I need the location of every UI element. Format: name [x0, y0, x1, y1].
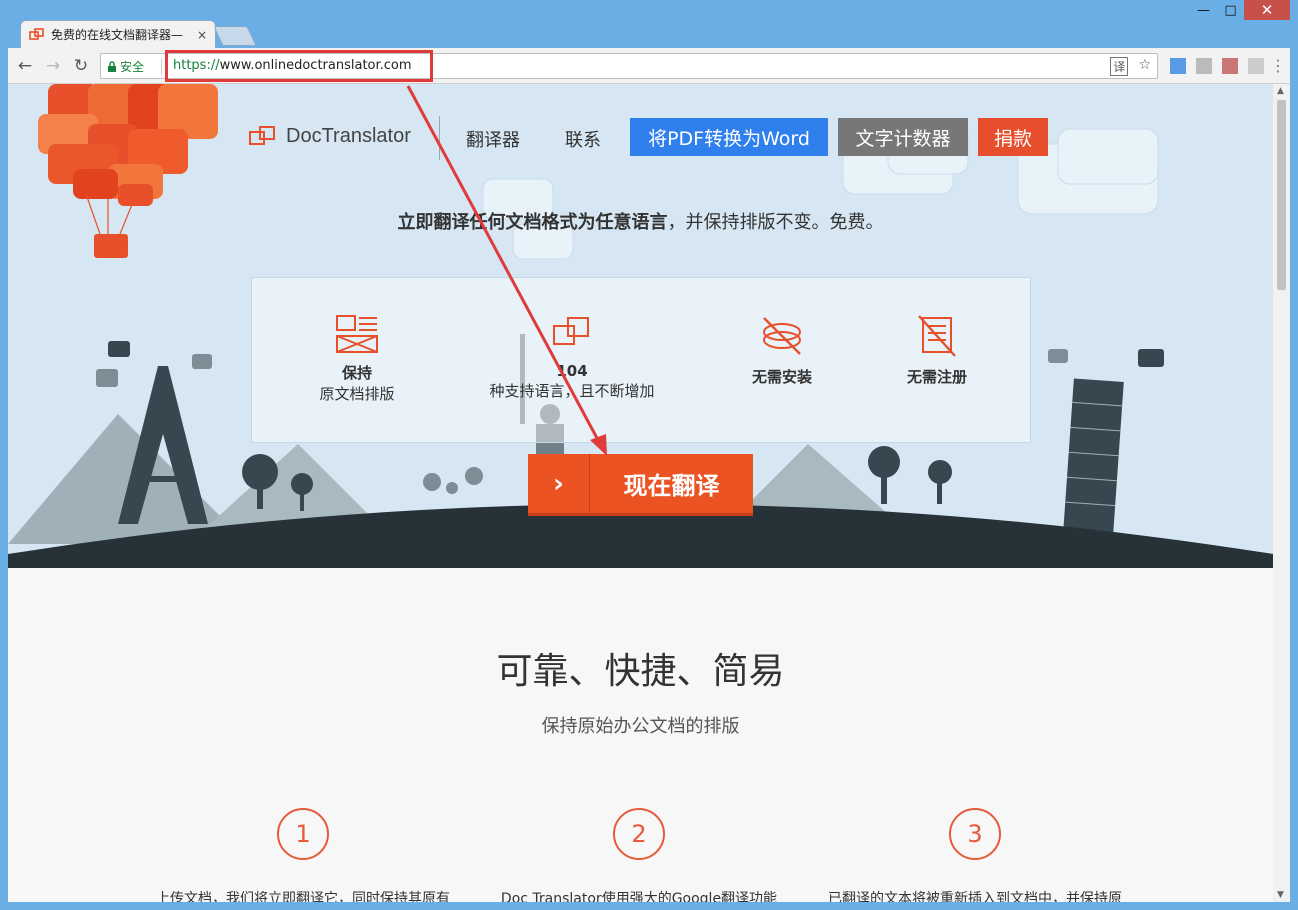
- feature-desc: 种支持语言，且不断增加: [489, 382, 655, 400]
- hero-section: DocTranslator 翻译器 联系 将PDF转换为Word 文字计数器 捐…: [8, 84, 1273, 568]
- layout-document-icon: [336, 315, 378, 353]
- no-register-form-icon: [918, 315, 956, 357]
- no-install-disc-icon: [763, 317, 801, 355]
- security-label: 安全: [120, 60, 145, 74]
- section-title: 可靠、快捷、简易: [496, 651, 785, 692]
- step-number-3: 3: [949, 808, 1001, 860]
- feature-title: 104: [556, 362, 588, 380]
- feature-title: 无需注册: [906, 368, 967, 386]
- extension-icons: [1170, 58, 1264, 74]
- address-bar[interactable]: 安全 https://www.onlinedoctranslator.com 译…: [100, 50, 1158, 82]
- divider: [161, 58, 162, 75]
- cta-label: 现在翻译: [623, 472, 720, 500]
- extension-icon[interactable]: [1222, 58, 1238, 74]
- translate-languages-icon: [553, 317, 589, 345]
- step-description: 已翻译的文本将被重新插入到文档中，并保持原: [828, 891, 1122, 902]
- reload-icon[interactable]: ↻: [70, 55, 92, 77]
- minimize-button[interactable]: —: [1190, 0, 1217, 20]
- feature-languages: 104 种支持语言，且不断增加: [472, 314, 672, 401]
- bookmark-star-icon[interactable]: ☆: [1138, 57, 1151, 76]
- browser-toolbar: ← → ↻ 安全 https://www.onlinedoctranslator…: [8, 48, 1290, 84]
- window-controls: — □ ✕: [1190, 0, 1290, 22]
- browser-window: — □ ✕ 免费的在线文档翻译器— × ← → ↻ 安全 https://www…: [0, 0, 1298, 910]
- feature-title: 保持: [341, 364, 372, 382]
- forward-arrow-icon[interactable]: →: [42, 55, 64, 77]
- new-tab-button[interactable]: [213, 26, 257, 46]
- step-description: 上传文档，我们将立即翻译它，同时保持其原有: [156, 891, 450, 902]
- tagline-bold: 立即翻译任何文档格式为任意语言: [397, 212, 668, 233]
- extension-icon[interactable]: [1248, 58, 1264, 74]
- nav-link-contact[interactable]: 联系: [565, 126, 601, 152]
- tab-close-icon[interactable]: ×: [197, 28, 207, 42]
- doctranslator-logo-icon: [249, 126, 275, 145]
- feature-keep-layout: 保持 原文档排版: [262, 314, 452, 404]
- features-panel: 保持 原文档排版 104 种支持语言，且不断增加 无需安装 无需注册: [251, 277, 1031, 443]
- back-arrow-icon[interactable]: ←: [14, 55, 36, 77]
- lock-icon: [108, 60, 116, 72]
- donate-button[interactable]: 捐款: [978, 118, 1048, 156]
- hero-tagline: 立即翻译任何文档格式为任意语言，并保持排版不变。免费。: [8, 208, 1273, 234]
- section-subtitle: 保持原始办公文档的排版: [541, 716, 740, 737]
- step-description: Doc Translator使用强大的Google翻译功能: [500, 891, 778, 902]
- scroll-down-icon[interactable]: ▼: [1277, 890, 1284, 900]
- browser-menu-icon[interactable]: ⋮: [1270, 56, 1286, 75]
- scroll-thumb[interactable]: [1277, 100, 1286, 290]
- maximize-button[interactable]: □: [1217, 0, 1244, 20]
- feature-desc: 原文档排版: [319, 385, 395, 403]
- secure-indicator[interactable]: 安全: [107, 58, 144, 75]
- step-number-2: 2: [613, 808, 665, 860]
- page-scrollbar[interactable]: ▲ ▼: [1273, 84, 1290, 902]
- translate-icon[interactable]: 译: [1110, 57, 1129, 76]
- browser-tab[interactable]: 免费的在线文档翻译器— ×: [20, 20, 216, 48]
- word-counter-button[interactable]: 文字计数器: [838, 118, 968, 156]
- brand-logo-link[interactable]: DocTranslator: [248, 124, 411, 148]
- url-highlight-annotation: [165, 50, 433, 82]
- feature-no-register: 无需注册: [842, 314, 1032, 387]
- scroll-up-icon[interactable]: ▲: [1277, 86, 1284, 96]
- brand-name: DocTranslator: [286, 124, 411, 147]
- chevron-right-icon: ›: [528, 454, 590, 513]
- extension-icon[interactable]: [1170, 58, 1186, 74]
- header-divider: [439, 116, 440, 160]
- extension-icon[interactable]: [1196, 58, 1212, 74]
- tagline-rest: ，并保持排版不变。免费。: [667, 212, 884, 233]
- step-number-1: 1: [277, 808, 329, 860]
- tab-title: 免费的在线文档翻译器—: [51, 28, 184, 42]
- close-window-button[interactable]: ✕: [1244, 0, 1290, 20]
- omnibox-actions: 译 ☆: [1110, 57, 1151, 76]
- translate-now-button[interactable]: › 现在翻译: [528, 454, 753, 516]
- doctranslator-favicon-icon: [29, 27, 45, 43]
- web-page: DocTranslator 翻译器 联系 将PDF转换为Word 文字计数器 捐…: [8, 84, 1273, 902]
- nav-link-translator[interactable]: 翻译器: [466, 126, 520, 152]
- pdf-to-word-button[interactable]: 将PDF转换为Word: [630, 118, 828, 156]
